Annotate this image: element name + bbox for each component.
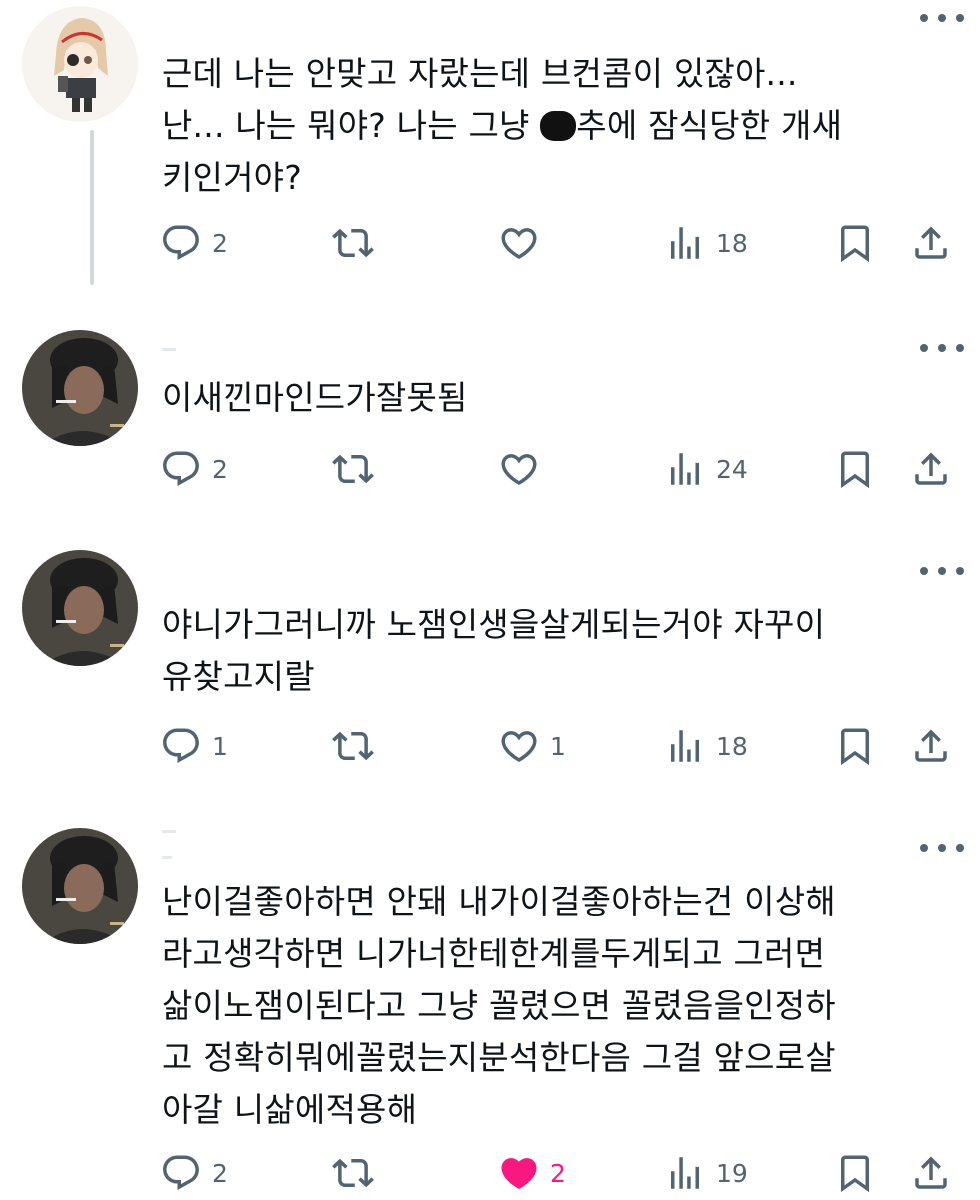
heart-filled-icon (498, 1152, 540, 1194)
views-button[interactable]: 19 (664, 1148, 748, 1198)
bookmark-icon (834, 222, 876, 264)
retweet-button[interactable] (332, 444, 374, 494)
more-options-icon[interactable] (920, 838, 964, 858)
heart-icon (498, 725, 540, 767)
avatar[interactable] (22, 6, 138, 122)
retweet-button[interactable] (332, 1148, 374, 1198)
views-button[interactable]: 18 (664, 218, 748, 268)
like-button[interactable]: 1 (498, 721, 566, 771)
reply-button[interactable]: 1 (160, 721, 228, 771)
retweet-icon (332, 725, 374, 767)
retweet-icon (332, 222, 374, 264)
views-chart-icon (664, 725, 706, 767)
share-button[interactable] (910, 218, 952, 268)
retweet-icon (332, 448, 374, 490)
share-icon (910, 725, 952, 767)
tweet-actions: 2 24 (0, 444, 980, 494)
view-count: 19 (716, 1158, 748, 1188)
reply-count: 2 (212, 228, 228, 258)
username-placeholder (162, 856, 172, 859)
more-options-icon[interactable] (920, 338, 964, 358)
bookmark-button[interactable] (834, 721, 876, 771)
tweet-actions: 2 18 (0, 218, 980, 268)
retweet-button[interactable] (332, 218, 374, 268)
views-button[interactable]: 24 (664, 444, 748, 494)
share-icon (910, 1152, 952, 1194)
avatar[interactable] (22, 330, 138, 446)
tweet-actions: 1 1 18 (0, 721, 980, 771)
heart-icon (498, 448, 540, 490)
view-count: 24 (716, 454, 748, 484)
tweet-text: 난이걸좋아하면 안돼 내가이걸좋아하는건 이상해 라고생각하면 니가너한테한계를… (162, 882, 836, 1129)
views-chart-icon (664, 1152, 706, 1194)
reply-button[interactable]: 2 (160, 444, 228, 494)
reply-button[interactable]: 2 (160, 1148, 228, 1198)
bookmark-button[interactable] (834, 444, 876, 494)
like-button[interactable] (498, 444, 540, 494)
share-button[interactable] (910, 1148, 952, 1198)
avatar[interactable] (22, 550, 138, 666)
tweet-text: 야니가그러니까 노잼인생을살게되는거야 자꾸이 유찾고지랄 (162, 605, 826, 696)
retweet-button[interactable] (332, 721, 374, 771)
bookmark-icon (834, 725, 876, 767)
view-count: 18 (716, 228, 748, 258)
tweet-text: 근데 나는 안맞고 자랐는데 브컨콤이 있잖아... 난... 나는 뭐야? 나… (162, 54, 843, 197)
reply-count: 1 (212, 731, 228, 761)
username-placeholder (162, 830, 176, 833)
username-placeholder (162, 348, 176, 351)
tweet-actions: 2 2 19 (0, 1148, 980, 1198)
like-count: 1 (550, 731, 566, 761)
bookmark-icon (834, 1152, 876, 1194)
views-chart-icon (664, 448, 706, 490)
more-options-icon[interactable] (920, 561, 964, 581)
more-options-icon[interactable] (920, 8, 964, 28)
bookmark-icon (834, 448, 876, 490)
reply-icon (160, 222, 202, 264)
retweet-icon (332, 1152, 374, 1194)
reply-count: 2 (212, 454, 228, 484)
heart-icon (498, 222, 540, 264)
reply-count: 2 (212, 1158, 228, 1188)
avatar[interactable] (22, 828, 138, 944)
views-button[interactable]: 18 (664, 721, 748, 771)
bookmark-button[interactable] (834, 218, 876, 268)
redaction-mark (540, 111, 577, 141)
reply-icon (160, 448, 202, 490)
reply-button[interactable]: 2 (160, 218, 228, 268)
like-button[interactable] (498, 218, 540, 268)
like-button[interactable]: 2 (498, 1148, 566, 1198)
share-icon (910, 222, 952, 264)
bookmark-button[interactable] (834, 1148, 876, 1198)
share-button[interactable] (910, 721, 952, 771)
view-count: 18 (716, 731, 748, 761)
like-count: 2 (550, 1158, 566, 1188)
share-icon (910, 448, 952, 490)
views-chart-icon (664, 222, 706, 264)
share-button[interactable] (910, 444, 952, 494)
tweet-text: 이새낀마인드가잘못됨 (162, 378, 468, 417)
reply-icon (160, 1152, 202, 1194)
reply-icon (160, 725, 202, 767)
